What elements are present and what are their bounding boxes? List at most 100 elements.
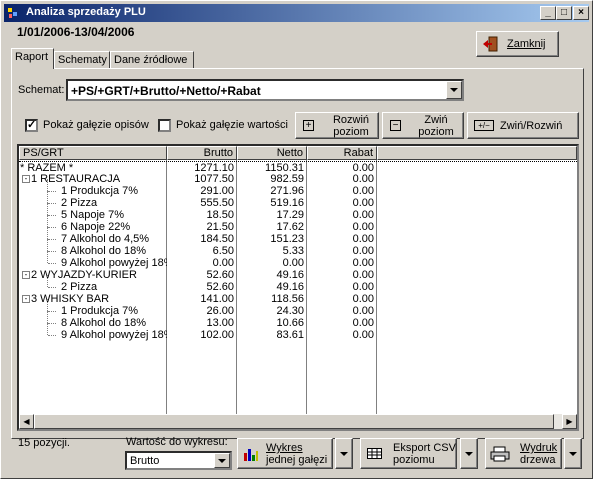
tree-connector [48, 203, 56, 204]
tree-connector [47, 227, 48, 239]
cell-ps-grt: 3 WHISKY BAR [31, 293, 110, 305]
cell-brutto: 102.00 [200, 329, 234, 341]
export-csv-dropdown[interactable] [460, 438, 478, 469]
cell-rabat: 0.00 [352, 329, 374, 341]
toggle-all-button[interactable]: +/− Zwiń/Rozwiń [467, 112, 579, 139]
col-header-rabat[interactable]: Rabat [307, 146, 377, 160]
col-header-ps-grt[interactable]: PS/GRT [19, 146, 167, 160]
collapse-node-icon[interactable]: - [22, 271, 30, 279]
table-row[interactable]: 2 Pizza 52.60 49.16 0.00 [19, 275, 577, 293]
table-row[interactable]: 5 Napoje 7% 18.50 17.29 0.00 [19, 203, 577, 221]
cell-ps-grt: 7 Alkohol do 4,5% [61, 233, 150, 245]
tree-connector [47, 179, 48, 191]
show-values-checkbox[interactable] [158, 119, 171, 132]
print-line2: drzewa [520, 454, 556, 466]
tree-connector [48, 287, 56, 288]
cell-rabat: 0.00 [352, 245, 374, 257]
cell-ps-grt: 6 Napoje 22% [61, 221, 131, 233]
table-row[interactable]: 7 Alkohol do 4,5% 184.50 151.23 0.00 [19, 227, 577, 245]
table-row[interactable]: -3 WHISKY BAR 141.00 118.56 0.00 [19, 293, 577, 305]
tree-connector [48, 311, 56, 312]
collapse-level-line1: Zwiń [424, 114, 448, 126]
chart-value-select[interactable]: Brutto [125, 451, 232, 470]
chart-branch-button[interactable]: Wykres jednej gałęzi [237, 438, 333, 469]
cell-rabat: 0.00 [352, 269, 374, 281]
tree-connector [48, 251, 56, 252]
schema-select[interactable]: +PS/+GRT/+Brutto/+Netto/+Rabat [66, 79, 464, 101]
tree-connector [47, 203, 48, 215]
cell-brutto: 6.50 [212, 245, 234, 257]
window-title: Analiza sprzedaży PLU [26, 6, 146, 18]
export-csv-button[interactable]: Eksport CSV poziomu [360, 438, 457, 469]
chart-branch-line2: jednej gałęzi [266, 454, 328, 466]
tab-dane-label: Dane źródłowe [114, 54, 188, 66]
tab-schematy[interactable]: Schematy [54, 51, 110, 68]
cell-netto: 83.61 [276, 329, 304, 341]
cell-brutto: 1077.50 [194, 173, 234, 185]
table-row[interactable]: 2 Pizza 555.50 519.16 0.00 [19, 191, 577, 209]
title-bar[interactable]: Analiza sprzedaży PLU _ □ × [4, 4, 589, 22]
chart-branch-dropdown[interactable] [335, 438, 353, 469]
col-brutto-label: Brutto [203, 147, 233, 159]
scroll-right-button[interactable]: ▶ [562, 414, 577, 429]
minimize-icon: _ [545, 7, 551, 18]
close-report-button[interactable]: Zamknij [476, 31, 559, 57]
tab-dane-zrodlowe[interactable]: Dane źródłowe [110, 51, 194, 68]
cell-ps-grt: 1 RESTAURACJA [31, 173, 121, 185]
report-grid[interactable]: PS/GRT Brutto Netto Rabat * RAZEM * 1271.… [17, 144, 579, 431]
cell-ps-grt: 8 Alkohol do 18% [61, 317, 147, 329]
show-descr-checkbox[interactable]: ✓ [25, 119, 38, 132]
expand-level-button[interactable]: + Rozwiń poziom [295, 112, 379, 139]
cell-ps-grt: 5 Napoje 7% [61, 209, 124, 221]
minimize-button[interactable]: _ [540, 6, 556, 20]
cell-ps-grt: 2 Pizza [61, 281, 98, 293]
tab-raport[interactable]: Raport [11, 48, 54, 69]
chart-value-label: Wartość do wykresu: [126, 436, 228, 448]
col-header-netto[interactable]: Netto [237, 146, 307, 160]
cell-netto: 982.59 [270, 173, 304, 185]
tree-connector [48, 335, 56, 336]
chart-value-dropdown-button[interactable] [214, 453, 230, 468]
tree-connector [48, 215, 56, 216]
table-row[interactable]: 1 Produkcja 7% 291.00 271.96 0.00 [19, 179, 577, 197]
table-row[interactable]: 9 Alkohol powyżej 18% 102.00 83.61 0.00 [19, 323, 577, 341]
print-tree-dropdown[interactable] [564, 438, 582, 469]
table-row[interactable]: -1 RESTAURACJA 1077.50 982.59 0.00 [19, 173, 577, 185]
table-row[interactable]: -2 WYJAZDY-KURIER 52.60 49.16 0.00 [19, 269, 577, 281]
col-rabat-label: Rabat [343, 147, 373, 159]
cell-brutto: 52.60 [206, 269, 234, 281]
collapse-node-icon[interactable]: - [22, 295, 30, 303]
close-icon: × [578, 7, 584, 18]
app-icon [7, 6, 21, 20]
cell-rabat: 0.00 [352, 305, 374, 317]
export-line2: poziomu [393, 454, 435, 466]
chevron-down-icon [450, 88, 458, 92]
table-row[interactable]: 1 Produkcja 7% 26.00 24.30 0.00 [19, 299, 577, 317]
cell-netto: 118.56 [271, 293, 304, 305]
minus-icon: − [390, 120, 401, 131]
table-row[interactable]: 9 Alkohol powyżej 18% 0.00 0.00 0.00 [19, 251, 577, 269]
exit-door-icon [483, 36, 498, 52]
arrow-left-icon: ◀ [23, 417, 30, 426]
scroll-left-button[interactable]: ◀ [19, 414, 34, 429]
table-row[interactable]: 8 Alkohol do 18% 13.00 10.66 0.00 [19, 311, 577, 329]
collapse-level-button[interactable]: − Zwiń poziom [382, 112, 464, 139]
print-tree-button[interactable]: Wydruk drzewa [485, 438, 562, 469]
col-header-brutto[interactable]: Brutto [167, 146, 237, 160]
tree-connector [47, 215, 48, 227]
expand-level-line2: poziom [333, 126, 369, 138]
horizontal-scrollbar[interactable]: ◀ ▶ [19, 414, 577, 429]
tree-connector [47, 275, 48, 287]
schema-dropdown-button[interactable] [446, 81, 462, 99]
cell-rabat: 0.00 [352, 317, 374, 329]
scroll-thumb[interactable] [34, 414, 554, 429]
cell-rabat: 0.00 [352, 185, 374, 197]
arrow-right-icon: ▶ [566, 417, 573, 426]
cell-rabat: 0.00 [352, 209, 374, 221]
table-row[interactable]: 8 Alkohol do 18% 6.50 5.33 0.00 [19, 239, 577, 257]
close-window-button[interactable]: × [573, 6, 589, 20]
plus-icon: + [303, 120, 314, 131]
maximize-button[interactable]: □ [556, 6, 572, 20]
collapse-node-icon[interactable]: - [22, 175, 30, 183]
table-row[interactable]: 6 Napoje 22% 21.50 17.62 0.00 [19, 215, 577, 233]
